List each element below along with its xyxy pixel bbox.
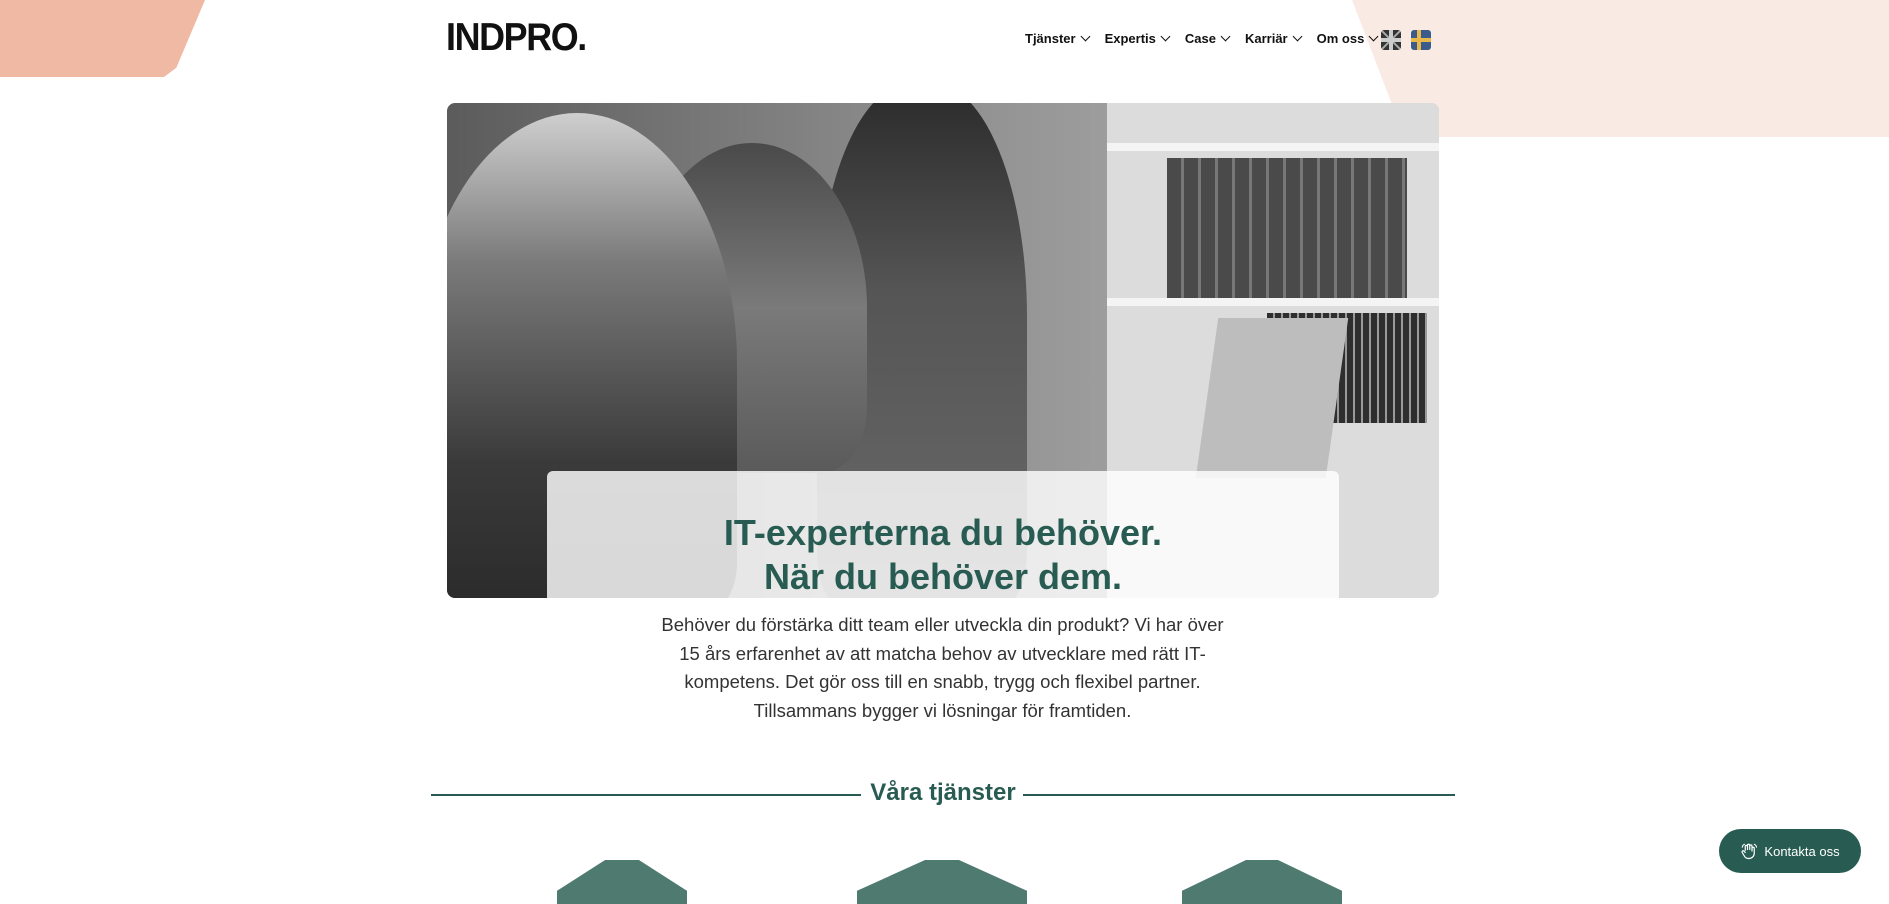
hero-title: IT-experterna du behöver. När du behöver… [547, 511, 1339, 598]
nav-item-om-oss[interactable]: Om oss [1316, 31, 1379, 46]
nav-item-label: Om oss [1316, 31, 1365, 46]
nav-item-label: Expertis [1104, 31, 1156, 46]
chevron-down-icon [1220, 31, 1231, 42]
logo[interactable]: INDPRO. [446, 16, 587, 60]
chevron-down-icon [1080, 31, 1091, 42]
service-card-3[interactable] [1182, 860, 1342, 904]
intro-line: Tillsammans bygger vi lösningar för fram… [753, 700, 1132, 722]
nav-item-karriar[interactable]: Karriär [1244, 31, 1303, 46]
nav-item-tjanster[interactable]: Tjänster [1025, 31, 1091, 46]
service-card-1[interactable] [557, 860, 687, 904]
waving-hand-icon [1741, 843, 1758, 860]
decorative-blob-left [0, 0, 205, 77]
divider [431, 794, 861, 796]
nav-item-label: Tjänster [1025, 31, 1076, 46]
hero-title-line1: IT-experterna du behöver. [723, 512, 1163, 553]
nav-item-expertis[interactable]: Expertis [1104, 31, 1171, 46]
sweden-flag-icon[interactable] [1411, 30, 1431, 50]
divider [1023, 794, 1455, 796]
hero-image: IT-experterna du behöver. När du behöver… [447, 103, 1439, 598]
laptop [1195, 318, 1349, 478]
uk-flag-icon[interactable] [1381, 30, 1401, 50]
contact-button[interactable]: Kontakta oss [1719, 829, 1861, 873]
nav-item-case[interactable]: Case [1184, 31, 1231, 46]
hero-card: IT-experterna du behöver. När du behöver… [547, 471, 1339, 598]
shelf-board [1107, 298, 1439, 306]
chevron-down-icon [1292, 31, 1303, 42]
services-heading: Våra tjänster [870, 779, 1016, 806]
intro-line: kompetens. Det gör oss till en snabb, tr… [684, 671, 1201, 693]
main-nav: Tjänster Expertis Case Karriär Om oss [1025, 31, 1379, 46]
intro-text: Behöver du förstärka ditt team eller utv… [640, 611, 1245, 726]
services-section-header: Våra tjänster [431, 779, 1455, 809]
service-card-2[interactable] [857, 860, 1027, 904]
nav-item-label: Karriär [1244, 31, 1288, 46]
hero-title-line2: När du behöver dem. [763, 556, 1123, 597]
intro-line: 15 års erfarenhet av att matcha behov av… [679, 642, 1206, 664]
nav-item-label: Case [1184, 31, 1216, 46]
intro-line: Behöver du förstärka ditt team eller utv… [661, 614, 1224, 635]
chevron-down-icon [1160, 31, 1171, 42]
contact-button-label: Kontakta oss [1764, 843, 1840, 859]
chevron-down-icon [1368, 31, 1379, 42]
books [1167, 158, 1407, 298]
shelf-board [1107, 143, 1439, 151]
language-switcher [1381, 30, 1431, 50]
